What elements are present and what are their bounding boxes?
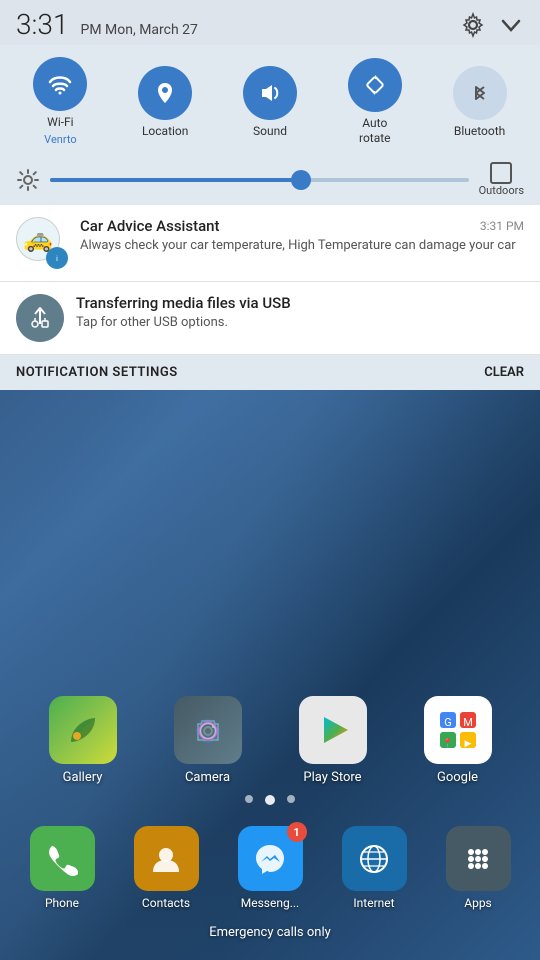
usb-app-name: Transferring media files via USB — [76, 294, 291, 312]
car-sub-icon: i — [46, 247, 68, 269]
internet-label: Internet — [353, 896, 394, 910]
app-gallery[interactable]: Gallery — [38, 696, 128, 785]
playstore-icon — [299, 696, 367, 764]
outdoors-box — [490, 162, 512, 184]
dock-messenger[interactable]: 1 Messeng... — [225, 826, 315, 910]
svg-text:▶: ▶ — [464, 739, 471, 749]
brightness-fill — [50, 178, 301, 182]
location-label: Location — [142, 124, 188, 138]
notification-clear-button[interactable]: CLEAR — [484, 365, 524, 380]
svg-text:i: i — [56, 255, 58, 263]
notification-usb-header: Transferring media files via USB Tap for… — [16, 294, 524, 342]
gallery-icon — [49, 696, 117, 764]
notifications-area: 🚕 i Car Advice Assistant 3:31 PM Always … — [0, 205, 540, 355]
bluetooth-label: Bluetooth — [454, 124, 505, 138]
notification-settings-label[interactable]: NOTIFICATION SETTINGS — [16, 365, 178, 380]
app-dock: Phone Contacts 1 Messeng... — [0, 826, 540, 910]
wifi-label: Wi-Fi — [47, 115, 73, 129]
status-right — [460, 12, 524, 38]
car-advice-icon: 🚕 i — [16, 217, 68, 269]
dock-internet[interactable]: Internet — [329, 826, 419, 910]
brightness-icon — [16, 168, 40, 192]
usb-body: Transferring media files via USB Tap for… — [76, 294, 524, 332]
usb-title-row: Transferring media files via USB — [76, 294, 524, 312]
svg-text:G: G — [444, 716, 452, 729]
brightness-thumb — [291, 170, 311, 190]
outdoors-button[interactable]: Outdoors — [479, 162, 524, 197]
toggle-wifi[interactable]: Wi-Fi Venrto — [33, 57, 87, 146]
bluetooth-toggle-circle — [453, 66, 507, 120]
brightness-row: Outdoors — [0, 154, 540, 205]
notification-settings-bar: NOTIFICATION SETTINGS CLEAR — [0, 355, 540, 390]
chevron-down-icon[interactable] — [498, 12, 524, 38]
camera-label: Camera — [185, 770, 230, 785]
toggle-location[interactable]: Location — [138, 66, 192, 138]
sound-toggle-circle — [243, 66, 297, 120]
nav-dot-3 — [287, 795, 295, 803]
toggle-bluetooth[interactable]: Bluetooth — [453, 66, 507, 138]
wifi-toggle-circle — [33, 57, 87, 111]
apps-icon — [446, 826, 511, 891]
contacts-label: Contacts — [142, 896, 190, 910]
car-advice-app-name: Car Advice Assistant — [80, 217, 220, 235]
internet-icon — [342, 826, 407, 891]
car-advice-body: Car Advice Assistant 3:31 PM Always chec… — [80, 217, 524, 255]
toggle-sound[interactable]: Sound — [243, 66, 297, 138]
car-advice-title-row: Car Advice Assistant 3:31 PM — [80, 217, 524, 235]
contacts-icon — [134, 826, 199, 891]
messenger-label: Messeng... — [241, 896, 299, 910]
apps-label: Apps — [464, 896, 492, 910]
location-toggle-circle — [138, 66, 192, 120]
outdoors-label: Outdoors — [479, 184, 524, 197]
app-grid: Gallery Camera — [0, 696, 540, 785]
messenger-badge: 1 — [287, 822, 307, 842]
svg-text:📍: 📍 — [442, 737, 453, 749]
quick-toggles: Wi-Fi Venrto Location Sound — [0, 45, 540, 154]
notification-usb[interactable]: Transferring media files via USB Tap for… — [0, 282, 540, 355]
playstore-label: Play Store — [303, 770, 361, 785]
notification-car-advice-header: 🚕 i Car Advice Assistant 3:31 PM Always … — [16, 217, 524, 269]
emergency-text: Emergency calls only — [0, 925, 540, 940]
brightness-slider[interactable] — [50, 178, 469, 182]
app-camera[interactable]: Camera — [163, 696, 253, 785]
dock-contacts[interactable]: Contacts — [121, 826, 211, 910]
google-label: Google — [437, 770, 478, 785]
status-time: 3:31 — [16, 8, 68, 41]
sound-label: Sound — [253, 124, 287, 138]
autorotate-label: Autorotate — [359, 116, 391, 145]
app-google[interactable]: G M 📍 ▶ Google — [413, 696, 503, 785]
notification-panel: 3:31 PM Mon, March 27 — [0, 0, 540, 390]
usb-text: Tap for other USB options. — [76, 314, 524, 332]
dock-phone[interactable]: Phone — [17, 826, 107, 910]
wifi-sublabel: Venrto — [44, 133, 76, 146]
app-playstore[interactable]: Play Store — [288, 696, 378, 785]
nav-dots — [0, 795, 540, 805]
toggle-autorotate[interactable]: Autorotate — [348, 58, 402, 145]
nav-dot-1 — [245, 795, 253, 803]
phone-label: Phone — [45, 896, 79, 910]
gallery-label: Gallery — [63, 770, 103, 785]
notification-car-advice[interactable]: 🚕 i Car Advice Assistant 3:31 PM Always … — [0, 205, 540, 282]
status-bar: 3:31 PM Mon, March 27 — [0, 0, 540, 45]
dock-apps[interactable]: Apps — [433, 826, 523, 910]
camera-icon — [174, 696, 242, 764]
car-advice-time: 3:31 PM — [480, 219, 524, 233]
phone-icon — [30, 826, 95, 891]
messenger-icon: 1 — [238, 826, 303, 891]
status-date: PM Mon, March 27 — [80, 22, 197, 38]
autorotate-toggle-circle — [348, 58, 402, 112]
svg-text:M: M — [463, 716, 473, 729]
settings-icon[interactable] — [460, 12, 486, 38]
usb-icon — [16, 294, 64, 342]
nav-dot-2 — [265, 795, 275, 805]
car-advice-text: Always check your car temperature, High … — [80, 237, 524, 255]
google-icon: G M 📍 ▶ — [424, 696, 492, 764]
